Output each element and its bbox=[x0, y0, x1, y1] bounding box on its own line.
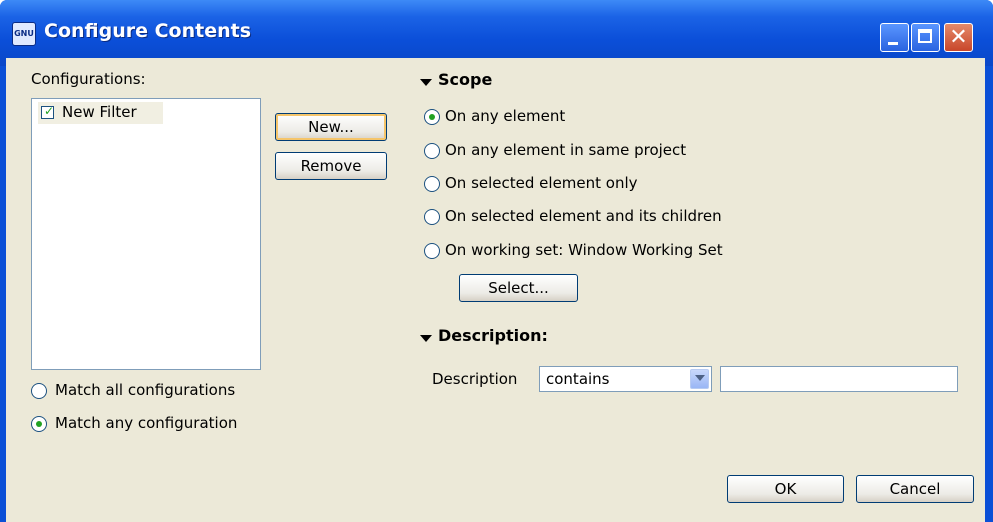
description-collapse-icon[interactable] bbox=[420, 335, 432, 342]
chevron-down-icon bbox=[695, 375, 705, 381]
maximize-button[interactable] bbox=[911, 23, 940, 52]
remove-button[interactable]: Remove bbox=[275, 152, 387, 180]
scope-option-label: On selected element and its children bbox=[445, 207, 722, 225]
match-any-label: Match any configuration bbox=[55, 414, 238, 432]
maximize-icon bbox=[918, 29, 932, 43]
cancel-button[interactable]: Cancel bbox=[856, 475, 974, 503]
description-value-input[interactable] bbox=[720, 366, 958, 392]
list-item[interactable]: ✓ New Filter bbox=[38, 102, 163, 124]
new-button[interactable]: New... bbox=[275, 113, 387, 141]
checkbox[interactable]: ✓ bbox=[41, 104, 55, 119]
title-bar[interactable]: GNU Configure Contents ✕ bbox=[0, 0, 993, 66]
list-item-label: New Filter bbox=[62, 103, 137, 121]
ok-button[interactable]: OK bbox=[727, 475, 844, 503]
description-section-title: Description: bbox=[438, 326, 548, 345]
description-operator-select[interactable]: contains bbox=[539, 366, 712, 392]
scope-any-element-radio[interactable] bbox=[424, 109, 440, 125]
minimize-button[interactable] bbox=[880, 23, 909, 52]
scope-option-label: On any element bbox=[445, 107, 566, 125]
select-working-set-button[interactable]: Select... bbox=[459, 274, 578, 302]
check-icon: ✓ bbox=[44, 104, 55, 118]
match-all-label: Match all configurations bbox=[55, 381, 236, 399]
minimize-icon bbox=[888, 42, 898, 45]
description-operator-value: contains bbox=[546, 370, 610, 388]
match-any-radio[interactable] bbox=[31, 416, 47, 432]
radio-selected-dot bbox=[429, 114, 435, 120]
close-button[interactable]: ✕ bbox=[944, 23, 973, 52]
configurations-list[interactable]: ✓ New Filter bbox=[31, 98, 261, 370]
scope-option-label: On working set: Window Working Set bbox=[445, 241, 723, 259]
radio-selected-dot bbox=[36, 421, 42, 427]
app-icon: GNU bbox=[12, 22, 36, 46]
configurations-label: Configurations: bbox=[31, 70, 146, 88]
scope-selected-only-radio[interactable] bbox=[424, 176, 440, 192]
close-icon: ✕ bbox=[949, 25, 968, 50]
scope-section-title: Scope bbox=[438, 70, 493, 89]
scope-option-label: On selected element only bbox=[445, 174, 638, 192]
match-all-radio[interactable] bbox=[31, 383, 47, 399]
window-title: Configure Contents bbox=[44, 20, 252, 42]
scope-selected-children-radio[interactable] bbox=[424, 209, 440, 225]
scope-same-project-radio[interactable] bbox=[424, 143, 440, 159]
description-field-label: Description bbox=[432, 370, 518, 388]
scope-option-label: On any element in same project bbox=[445, 141, 687, 159]
scope-working-set-radio[interactable] bbox=[424, 243, 440, 259]
dropdown-button[interactable] bbox=[690, 369, 709, 389]
scope-collapse-icon[interactable] bbox=[420, 79, 432, 86]
